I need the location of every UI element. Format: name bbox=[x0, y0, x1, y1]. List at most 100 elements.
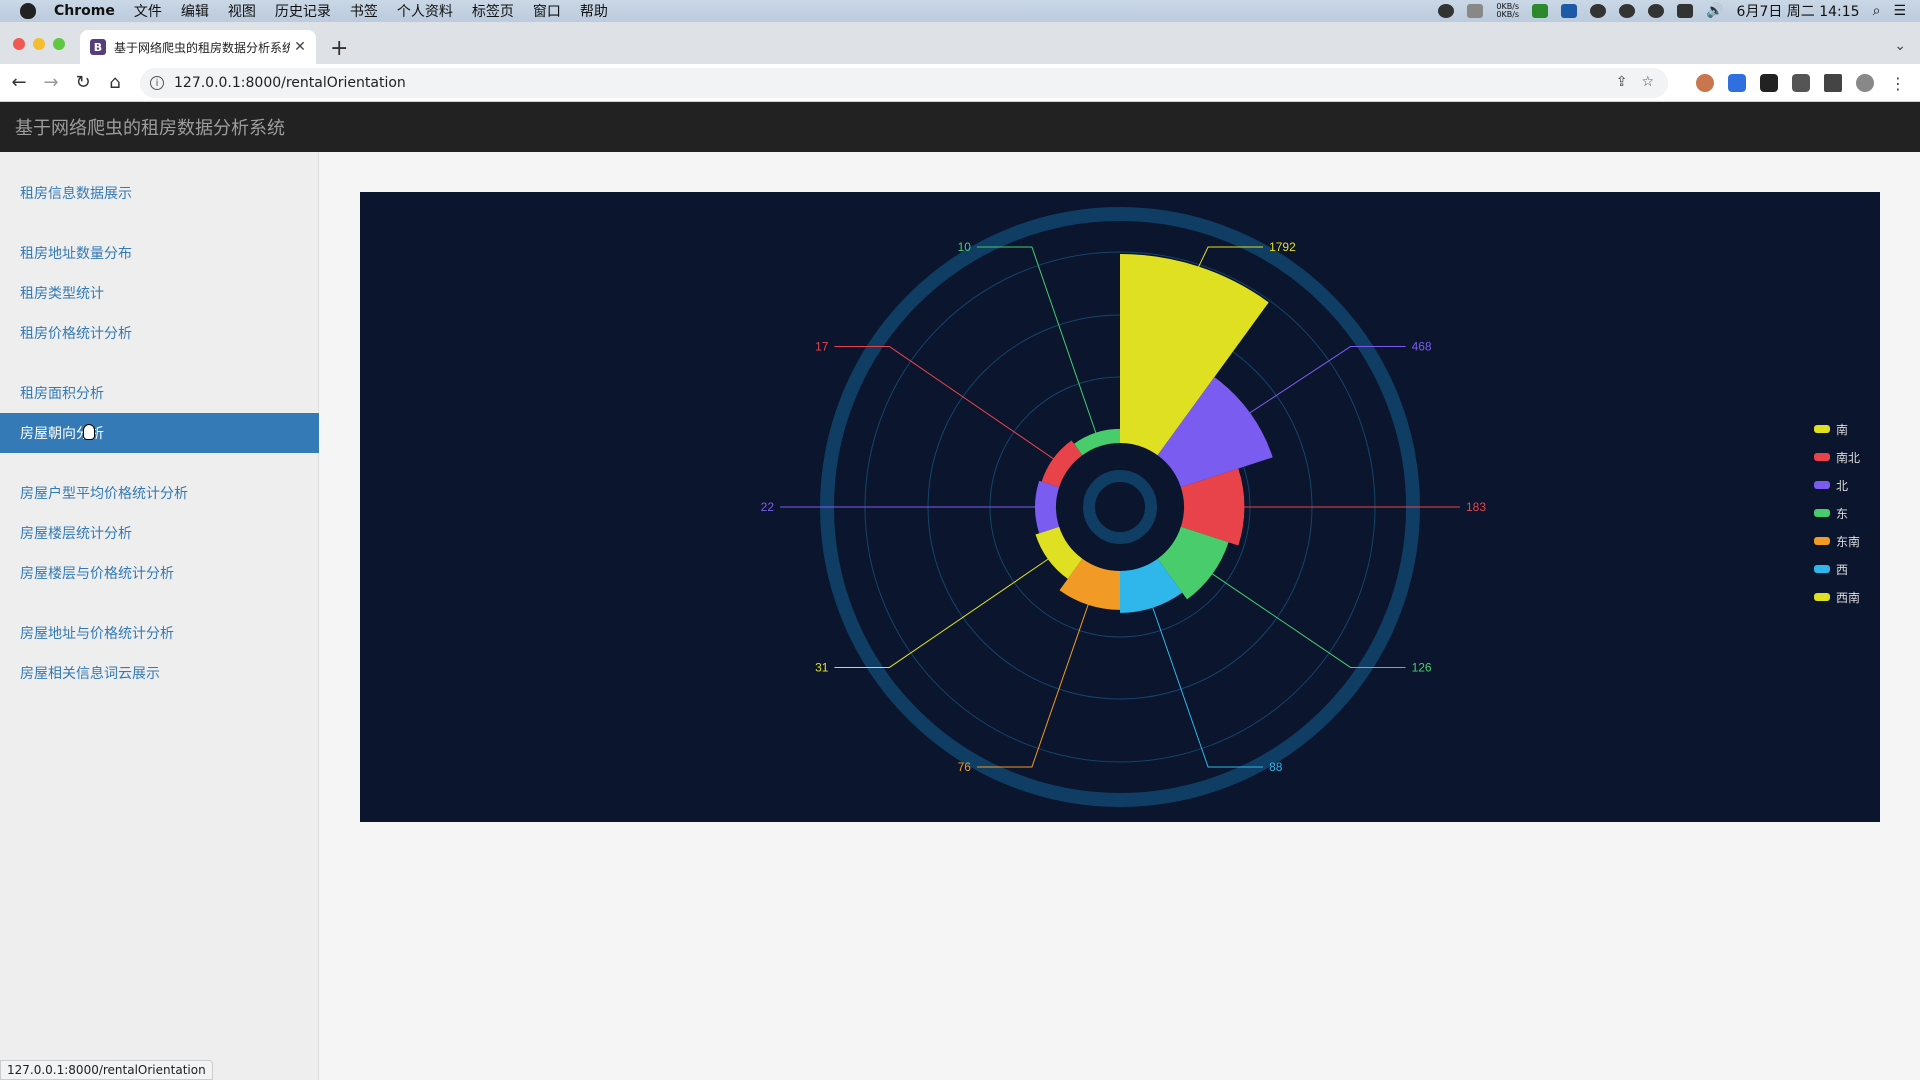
mouse-cursor-icon bbox=[83, 424, 95, 440]
datetime[interactable]: 6月7日 周二 14:15 bbox=[1737, 1, 1860, 21]
menu-bookmarks[interactable]: 书签 bbox=[350, 1, 378, 21]
legend-swatch bbox=[1813, 593, 1830, 601]
menu-edit[interactable]: 编辑 bbox=[181, 1, 209, 21]
maximize-window-icon[interactable] bbox=[53, 38, 65, 50]
sidebar-item-price-stats[interactable]: 租房价格统计分析 bbox=[0, 313, 319, 353]
leader-line bbox=[976, 600, 1090, 768]
legend-item[interactable]: 西南 bbox=[1813, 583, 1860, 611]
search-icon[interactable]: ⌕ bbox=[1873, 3, 1881, 19]
minimize-window-icon[interactable] bbox=[33, 38, 45, 50]
legend-item[interactable]: 北 bbox=[1813, 471, 1860, 499]
menu-view[interactable]: 视图 bbox=[228, 1, 256, 21]
extension-game-icon[interactable] bbox=[1760, 74, 1778, 92]
legend-item[interactable]: 南北 bbox=[1813, 443, 1860, 471]
status-url-bar: 127.0.0.1:8000/rentalOrientation bbox=[0, 1060, 213, 1080]
more-menu-icon[interactable]: ⋮ bbox=[1890, 74, 1908, 93]
menu-window[interactable]: 窗口 bbox=[533, 1, 561, 21]
address-bar[interactable]: i 127.0.0.1:8000/rentalOrientation ⇪ ☆ bbox=[140, 68, 1668, 98]
legend-item[interactable]: 东 bbox=[1813, 499, 1860, 527]
data-label: 76 bbox=[958, 760, 972, 774]
legend-item[interactable]: 东南 bbox=[1813, 527, 1860, 555]
browser-toolbar: ← → ↻ ⌂ i 127.0.0.1:8000/rentalOrientati… bbox=[0, 64, 1920, 102]
volume-icon[interactable]: 🔊 bbox=[1706, 3, 1723, 19]
input-method-icon[interactable] bbox=[1677, 4, 1694, 18]
center-ring bbox=[1083, 470, 1157, 544]
legend-swatch bbox=[1813, 537, 1830, 545]
sidebar-item-address-price[interactable]: 房屋地址与价格统计分析 bbox=[0, 613, 319, 653]
tab-title: 基于网络爬虫的租房数据分析系统 bbox=[114, 40, 290, 55]
bookmark-star-icon[interactable]: ☆ bbox=[1641, 74, 1654, 90]
control-center-icon[interactable]: ☰ bbox=[1893, 3, 1906, 19]
legend-label: 北 bbox=[1835, 478, 1848, 493]
legend-item[interactable]: 西 bbox=[1813, 555, 1860, 583]
sidebar-item-orientation[interactable]: 房屋朝向分析 bbox=[0, 413, 319, 453]
tab-search-icon[interactable]: ⌄ bbox=[1894, 38, 1906, 54]
side-panel-icon[interactable] bbox=[1824, 74, 1842, 92]
apple-icon[interactable] bbox=[20, 3, 36, 19]
sidebar-item-floor-stats[interactable]: 房屋楼层统计分析 bbox=[0, 513, 319, 553]
extension-dropbox-icon[interactable] bbox=[1728, 74, 1746, 92]
status-url-text: 127.0.0.1:8000/rentalOrientation bbox=[7, 1063, 206, 1077]
data-label: 10 bbox=[958, 240, 972, 254]
sidebar-item-label: 房屋户型平均价格统计分析 bbox=[20, 486, 188, 502]
wechat-icon[interactable] bbox=[1648, 4, 1665, 18]
sidebar-item-floor-price[interactable]: 房屋楼层与价格统计分析 bbox=[0, 553, 319, 593]
tab-strip: B 基于网络爬虫的租房数据分析系统 ✕ + ⌄ bbox=[0, 22, 1920, 64]
menu-tab[interactable]: 标签页 bbox=[472, 1, 514, 21]
legend-swatch bbox=[1813, 509, 1830, 517]
rose-slice[interactable] bbox=[1074, 428, 1120, 456]
mountain-icon[interactable] bbox=[1561, 4, 1578, 18]
site-info-icon[interactable]: i bbox=[150, 76, 164, 90]
reload-icon[interactable]: ↻ bbox=[70, 72, 96, 93]
record-icon[interactable] bbox=[1438, 4, 1455, 18]
legend-label: 东 bbox=[1835, 506, 1848, 521]
rose-slice[interactable] bbox=[1041, 440, 1083, 488]
close-window-icon[interactable] bbox=[13, 38, 25, 50]
net-down: 0KB/s bbox=[1496, 10, 1520, 19]
sidebar-item-area[interactable]: 租房面积分析 bbox=[0, 373, 319, 413]
extensions-puzzle-icon[interactable] bbox=[1792, 74, 1810, 92]
sidebar-item-label: 租房价格统计分析 bbox=[20, 326, 132, 342]
sidebar-item-label: 房屋相关信息词云展示 bbox=[20, 666, 160, 682]
sidebar-item-type-stats[interactable]: 租房类型统计 bbox=[0, 273, 319, 313]
data-label: 31 bbox=[815, 660, 829, 674]
app-title[interactable]: 基于网络爬虫的租房数据分析系统 bbox=[15, 114, 285, 140]
cat-icon[interactable] bbox=[1467, 4, 1484, 18]
sidebar-item-label: 房屋楼层与价格统计分析 bbox=[20, 566, 174, 582]
back-icon[interactable]: ← bbox=[6, 72, 32, 93]
sidebar-item-layout-price[interactable]: 房屋户型平均价格统计分析 bbox=[0, 473, 319, 513]
menu-app-name[interactable]: Chrome bbox=[54, 3, 115, 19]
close-tab-icon[interactable]: ✕ bbox=[290, 39, 310, 55]
legend-label: 西南 bbox=[1835, 590, 1860, 605]
chat-icon[interactable] bbox=[1619, 4, 1636, 18]
legend-swatch bbox=[1813, 565, 1830, 573]
legend-label: 南北 bbox=[1835, 450, 1860, 465]
legend-label: 西 bbox=[1835, 562, 1848, 577]
sidebar-item-label: 房屋楼层统计分析 bbox=[20, 526, 132, 542]
menu-file[interactable]: 文件 bbox=[134, 1, 162, 21]
legend-item[interactable]: 南 bbox=[1813, 415, 1860, 443]
menu-profile[interactable]: 个人资料 bbox=[397, 1, 453, 21]
sidebar-item-label: 租房信息数据展示 bbox=[20, 186, 132, 202]
menu-help[interactable]: 帮助 bbox=[580, 1, 608, 21]
network-speed: 0KB/s 0KB/s bbox=[1496, 3, 1519, 19]
new-tab-icon[interactable]: + bbox=[330, 36, 348, 61]
globe-icon[interactable] bbox=[1590, 4, 1607, 18]
share-icon[interactable]: ⇪ bbox=[1616, 74, 1628, 90]
sidebar-item-address-count[interactable]: 租房地址数量分布 bbox=[0, 233, 319, 273]
browser-tab[interactable]: B 基于网络爬虫的租房数据分析系统 ✕ bbox=[80, 30, 316, 64]
legend-swatch bbox=[1813, 481, 1830, 489]
rose-chart: 1792 468 183 126 88 76 31 22 17 10 bbox=[761, 207, 1486, 807]
url-text: 127.0.0.1:8000/rentalOrientation bbox=[174, 75, 406, 91]
forward-icon[interactable]: → bbox=[38, 72, 64, 93]
signal-icon[interactable] bbox=[1532, 4, 1549, 18]
status-area: 0KB/s 0KB/s 🔊 6月7日 周二 14:15 ⌕ ☰ bbox=[1438, 0, 1906, 22]
sidebar-item-label: 租房类型统计 bbox=[20, 286, 104, 302]
extension-avatar-icon[interactable] bbox=[1696, 74, 1714, 92]
profile-icon[interactable] bbox=[1856, 74, 1874, 92]
home-icon[interactable]: ⌂ bbox=[102, 72, 128, 93]
sidebar-item-wordcloud[interactable]: 房屋相关信息词云展示 bbox=[0, 653, 319, 693]
sidebar-item-rental-info[interactable]: 租房信息数据展示 bbox=[0, 173, 319, 213]
legend-swatch bbox=[1813, 453, 1830, 461]
menu-history[interactable]: 历史记录 bbox=[275, 1, 331, 21]
